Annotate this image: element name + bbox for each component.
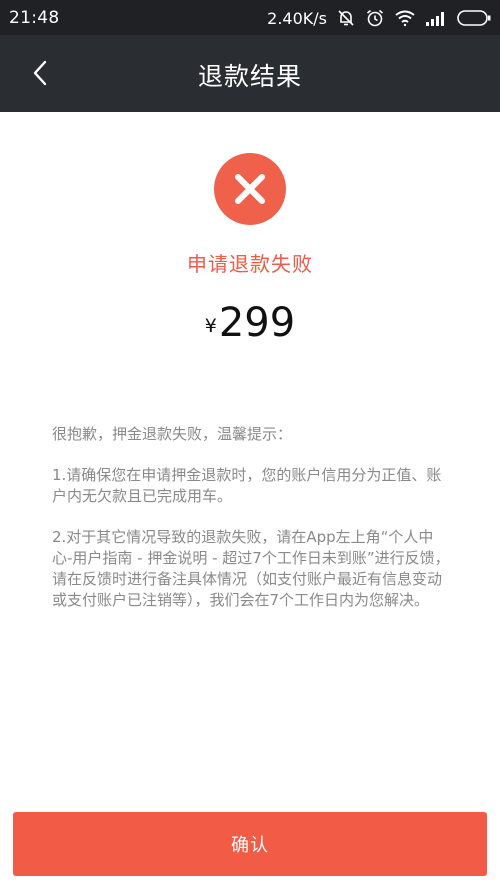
signal-icon xyxy=(425,10,447,26)
currency-symbol: ¥ xyxy=(204,315,217,337)
alarm-icon xyxy=(365,8,385,28)
bell-off-icon xyxy=(336,8,356,28)
status-bar: 21:48 2.40K/s xyxy=(0,0,500,35)
notice-intro: 很抱歉，押金退款失败，温馨提示： xyxy=(52,425,293,443)
refund-amount: ¥299 xyxy=(0,300,500,346)
amount-value: 299 xyxy=(218,300,296,346)
confirm-button[interactable]: 确认 xyxy=(13,812,487,876)
status-icons: 2.40K/s xyxy=(267,5,492,31)
battery-icon xyxy=(456,9,492,27)
refund-status-text: 申请退款失败 xyxy=(187,252,313,276)
close-x-icon xyxy=(214,153,286,225)
notice-item-1: 1.请确保您在申请押金退款时，您的账户信用分为正值、账户内无欠款且已完成用车。 xyxy=(52,466,442,505)
notice-item-2: 2.对于其它情况导致的退款失败，请在App左上角“个人中心-用户指南 - 押金说… xyxy=(52,528,450,609)
status-time: 21:48 xyxy=(9,8,60,28)
wifi-icon xyxy=(394,9,416,27)
page-title: 退款结果 xyxy=(197,62,302,91)
notice-text: 很抱歉，押金退款失败，温馨提示： 1.请确保您在申请押金退款时，您的账户信用分为… xyxy=(52,424,452,631)
network-speed: 2.40K/s xyxy=(267,8,327,28)
nav-bar: 退款结果 xyxy=(0,35,500,112)
